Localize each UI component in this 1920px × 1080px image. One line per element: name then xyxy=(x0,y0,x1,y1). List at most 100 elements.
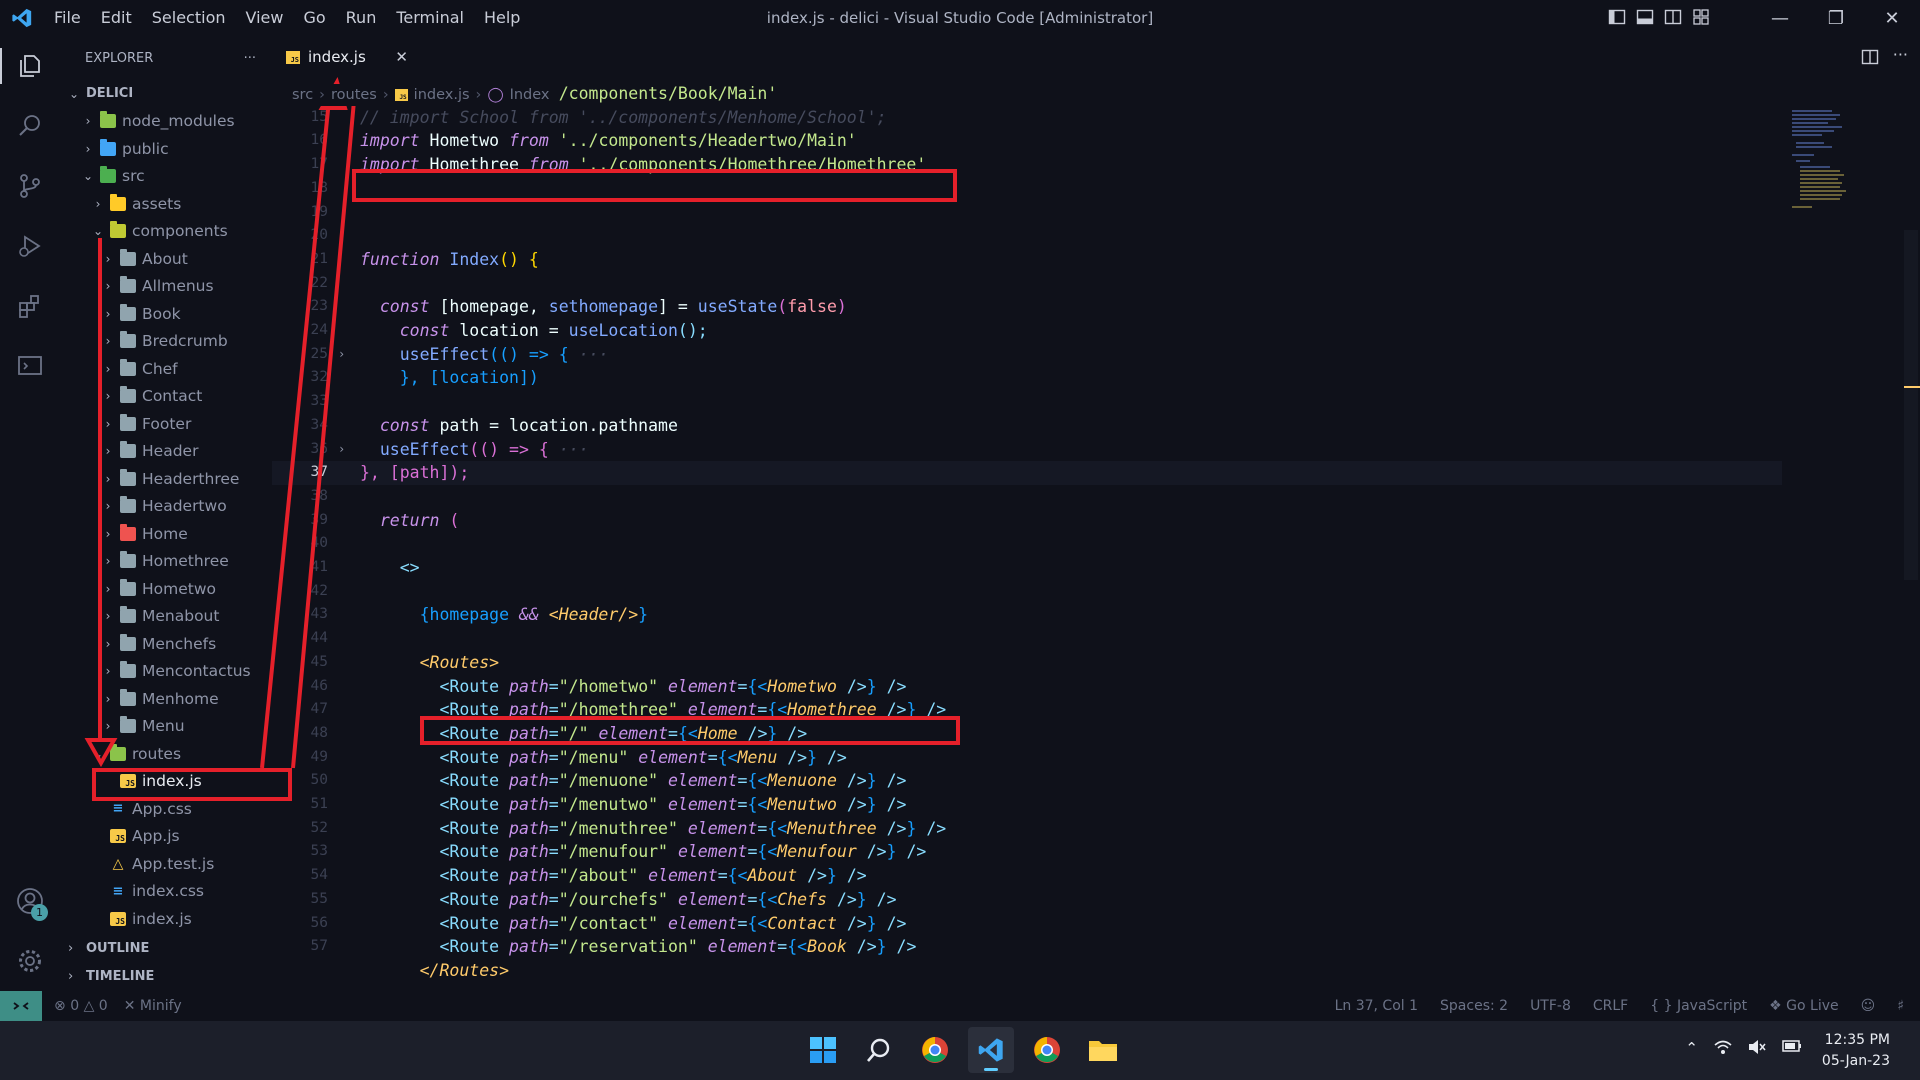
fold-chevron-icon[interactable]: › xyxy=(338,438,352,462)
code-line[interactable]: 56 <Route path="/contact" element={<Cont… xyxy=(272,912,1782,936)
windows-start-icon[interactable] xyxy=(800,1027,846,1073)
outline-section[interactable]: › OUTLINE xyxy=(60,935,272,963)
tree-item-component-folder[interactable]: › Mencontactus xyxy=(60,658,272,686)
tree-item-component-folder[interactable]: › Headerthree xyxy=(60,465,272,493)
battery-icon[interactable] xyxy=(1782,1039,1802,1059)
code-line[interactable]: 24 const location = useLocation(); xyxy=(272,319,1782,343)
volume-muted-icon[interactable] xyxy=(1748,1039,1766,1059)
tree-item-component-folder[interactable]: › Header xyxy=(60,438,272,466)
code-line[interactable]: 53 <Route path="/menufour" element={<Men… xyxy=(272,840,1782,864)
customize-layout-icon[interactable] xyxy=(1692,8,1710,26)
breadcrumb-src[interactable]: src xyxy=(292,87,313,103)
code-line[interactable]: 54 <Route path="/about" element={<About … xyxy=(272,864,1782,888)
chrome-icon[interactable] xyxy=(1024,1027,1070,1073)
code-line[interactable]: 38 xyxy=(272,485,1782,509)
minify-button[interactable]: ✕ Minify xyxy=(124,998,182,1014)
run-debug-icon[interactable] xyxy=(0,216,60,276)
remote-indicator-icon[interactable] xyxy=(0,991,42,1021)
code-line[interactable]: 50 <Route path="/menuone" element={<Menu… xyxy=(272,769,1782,793)
tree-item-component-folder[interactable]: › About xyxy=(60,245,272,273)
code-line[interactable]: 19 xyxy=(272,201,1782,225)
project-root[interactable]: ⌄ DELICI xyxy=(60,80,272,108)
accounts-icon[interactable]: 1 xyxy=(0,871,60,931)
toggle-panel-icon[interactable] xyxy=(1636,8,1654,26)
menu-go[interactable]: Go xyxy=(293,0,335,36)
line-ending[interactable]: CRLF xyxy=(1593,998,1628,1014)
search-icon[interactable] xyxy=(856,1027,902,1073)
menu-run[interactable]: Run xyxy=(336,0,387,36)
breadcrumb-symbol[interactable]: Index xyxy=(510,87,550,103)
code-line[interactable]: 40 xyxy=(272,532,1782,556)
code-line[interactable]: 32 }, [location]) xyxy=(272,366,1782,390)
code-line[interactable]: 51 <Route path="/menutwo" element={<Menu… xyxy=(272,793,1782,817)
tree-item-src[interactable]: ⌄ src xyxy=(60,163,272,191)
code-line[interactable]: 33 xyxy=(272,390,1782,414)
tree-item-index-css[interactable]: ≡ index.css xyxy=(60,878,272,906)
code-line[interactable]: 25 › useEffect(() => { ··· xyxy=(272,343,1782,367)
breadcrumb-routes[interactable]: routes xyxy=(331,87,377,103)
minimap[interactable] xyxy=(1790,108,1854,228)
feedback-icon[interactable]: ☺ xyxy=(1861,998,1876,1014)
tab-index-js[interactable]: JS index.js ✕ xyxy=(272,36,420,80)
restore-icon[interactable]: ❐ xyxy=(1808,0,1864,36)
tree-item-component-folder[interactable]: › Home xyxy=(60,520,272,548)
explorer-icon[interactable] xyxy=(0,36,60,96)
tree-item-component-folder[interactable]: › Headertwo xyxy=(60,493,272,521)
breadcrumb-file[interactable]: index.js xyxy=(414,87,470,103)
code-line[interactable]: 41 <> xyxy=(272,556,1782,580)
code-line[interactable]: 20 xyxy=(272,224,1782,248)
tree-item-component-folder[interactable]: › Book xyxy=(60,300,272,328)
code-line[interactable]: 15 // import School from '../components/M… xyxy=(272,106,1782,130)
tree-item-components[interactable]: ⌄ components xyxy=(60,218,272,246)
close-tab-icon[interactable]: ✕ xyxy=(395,48,408,66)
code-line[interactable]: 45 <Routes> xyxy=(272,651,1782,675)
more-actions-icon[interactable]: ··· xyxy=(1893,47,1908,70)
tree-item-app-test-js[interactable]: △ App.test.js xyxy=(60,850,272,878)
menu-file[interactable]: File xyxy=(44,0,91,36)
tree-item-node-modules[interactable]: › node_modules xyxy=(60,108,272,136)
tree-item-component-folder[interactable]: › Contact xyxy=(60,383,272,411)
toggle-sidebar-icon[interactable] xyxy=(1608,8,1626,26)
code-line[interactable]: 57 <Route path="/reservation" element={<… xyxy=(272,935,1782,959)
tree-item-component-folder[interactable]: › Bredcrumb xyxy=(60,328,272,356)
code-line[interactable]: 37}, [path]); xyxy=(272,461,1782,485)
code-line[interactable]: 52 <Route path="/menuthree" element={<Me… xyxy=(272,817,1782,841)
code-line[interactable]: 49 <Route path="/menu" element={<Menu />… xyxy=(272,746,1782,770)
menu-terminal[interactable]: Terminal xyxy=(386,0,474,36)
code-line[interactable]: 36 › useEffect(() => { ··· xyxy=(272,438,1782,462)
cursor-position[interactable]: Ln 37, Col 1 xyxy=(1335,998,1418,1014)
tree-item-assets[interactable]: › assets xyxy=(60,190,272,218)
tree-item-index-js[interactable]: JS index.js xyxy=(60,905,272,933)
tree-item-app-js[interactable]: JS App.js xyxy=(60,823,272,851)
code-line[interactable]: 46 <Route path="/hometwo" element={<Home… xyxy=(272,675,1782,699)
menu-view[interactable]: View xyxy=(236,0,294,36)
menu-edit[interactable]: Edit xyxy=(91,0,142,36)
vscode-icon[interactable] xyxy=(968,1027,1014,1073)
source-control-icon[interactable] xyxy=(0,156,60,216)
file-explorer-icon[interactable] xyxy=(1080,1027,1126,1073)
tree-item-component-folder[interactable]: › Menhome xyxy=(60,685,272,713)
tree-item-component-folder[interactable]: › Menchefs xyxy=(60,630,272,658)
code-line[interactable]: 39 return ( xyxy=(272,509,1782,533)
code-line[interactable]: </Routes> xyxy=(272,959,1782,983)
wifi-icon[interactable] xyxy=(1714,1039,1732,1059)
toggle-secondary-sidebar-icon[interactable] xyxy=(1664,8,1682,26)
code-line[interactable]: 23 const [homepage, sethomepage] = useSt… xyxy=(272,295,1782,319)
problems-indicator[interactable]: ⊗ 0 △ 0 xyxy=(54,998,108,1014)
close-window-icon[interactable]: ✕ xyxy=(1864,0,1920,36)
tree-item-component-folder[interactable]: › Homethree xyxy=(60,548,272,576)
minimize-icon[interactable]: — xyxy=(1752,0,1808,36)
chrome-icon[interactable] xyxy=(912,1027,958,1073)
indentation[interactable]: Spaces: 2 xyxy=(1440,998,1508,1014)
code-editor[interactable]: 14import Book from '../components/Book/M… xyxy=(272,80,1902,991)
more-actions-icon[interactable]: ··· xyxy=(244,51,256,66)
tree-item-routes[interactable]: ⌄ routes xyxy=(60,740,272,768)
timeline-section[interactable]: › TIMELINE xyxy=(60,963,272,991)
chevron-up-icon[interactable]: ⌃ xyxy=(1685,1039,1698,1059)
editor-scrollbar[interactable] xyxy=(1904,230,1918,580)
fold-chevron-icon[interactable]: › xyxy=(338,343,352,367)
menu-selection[interactable]: Selection xyxy=(142,0,236,36)
code-line[interactable]: 21 function Index() { xyxy=(272,248,1782,272)
notifications-bell-icon[interactable]: ♯ xyxy=(1897,998,1904,1014)
extensions-icon[interactable] xyxy=(0,276,60,336)
